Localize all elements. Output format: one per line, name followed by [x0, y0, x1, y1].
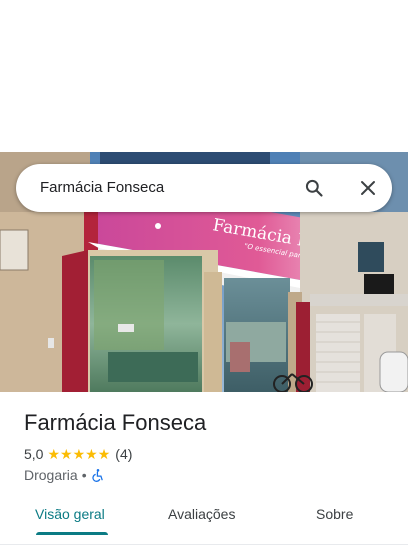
star-icon: ★: [47, 446, 61, 462]
place-name: Farmácia Fonseca: [24, 410, 207, 435]
star-icon: ★: [97, 446, 111, 462]
active-tab-indicator: [36, 532, 108, 535]
category-row: Drogaria •: [24, 466, 105, 484]
tab-bar: Visão geral Avaliações Sobre: [0, 500, 408, 545]
search-input[interactable]: Farmácia Fonseca: [40, 164, 164, 212]
review-count[interactable]: (4): [115, 446, 132, 462]
place-category: Drogaria: [24, 467, 78, 483]
place-info-panel: Farmácia Fonseca 5,0 ★ ★ ★ ★ ★ (4) Droga…: [0, 392, 408, 545]
clear-search-button[interactable]: [354, 174, 382, 202]
search-icon: [305, 179, 323, 197]
tab-about[interactable]: Sobre: [316, 500, 353, 542]
tab-overview[interactable]: Visão geral: [35, 500, 105, 542]
rating-stars: ★ ★ ★ ★ ★: [47, 447, 110, 461]
search-button[interactable]: [300, 174, 328, 202]
rating-row[interactable]: 5,0 ★ ★ ★ ★ ★ (4): [24, 445, 132, 463]
rating-value: 5,0: [24, 446, 44, 462]
search-bar[interactable]: Farmácia Fonseca: [16, 164, 392, 212]
separator-dot: •: [81, 467, 87, 483]
star-icon: ★: [60, 446, 73, 462]
wheelchair-icon: [91, 469, 103, 482]
close-icon: [361, 181, 375, 195]
star-icon: ★: [72, 446, 86, 462]
tab-reviews[interactable]: Avaliações: [168, 500, 235, 542]
star-icon: ★: [85, 446, 98, 462]
